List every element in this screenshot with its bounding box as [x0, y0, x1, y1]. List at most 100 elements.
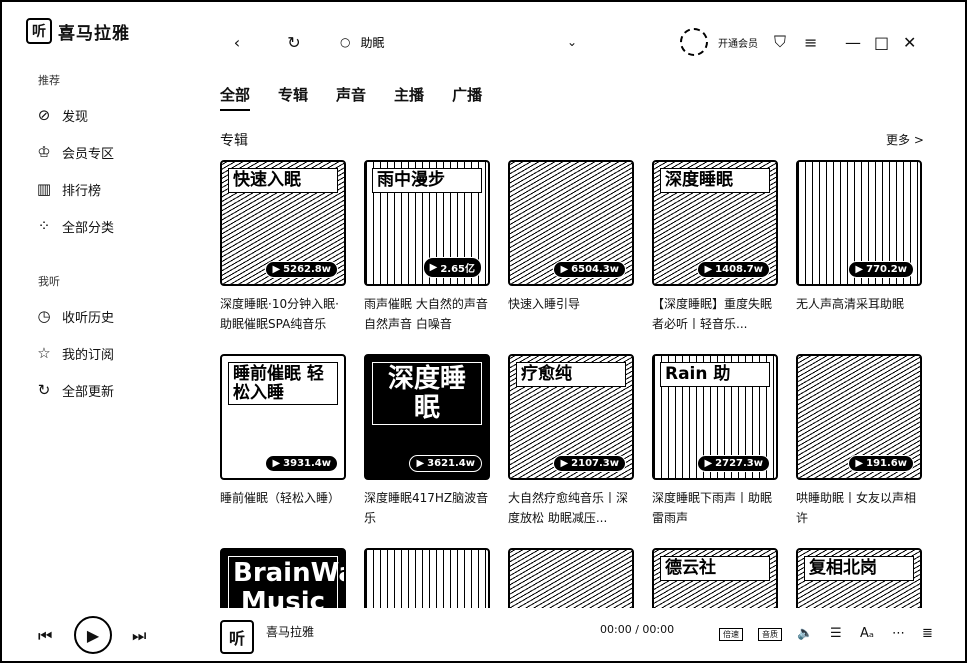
album-card[interactable]: ▶ 191.6w 哄睡助眠丨女友以声相许: [796, 354, 922, 528]
album-title[interactable]: 无人声高清采耳助眠: [796, 294, 922, 314]
sidebar-header-recommend: 推荐: [38, 74, 60, 87]
user-avatar[interactable]: [680, 28, 708, 56]
album-cover[interactable]: ▶ 6504.3w: [508, 160, 634, 286]
tab-all[interactable]: 全部: [220, 84, 251, 111]
play-count: 191.6w: [866, 458, 907, 469]
album-cover[interactable]: 睡前催眠 轻松入睡 ▶ 3931.4w: [220, 354, 346, 480]
album-cover[interactable]: 复相北岗: [796, 548, 922, 608]
prev-button[interactable]: ⏮: [38, 626, 52, 646]
sidebar-item-history[interactable]: ◷ 收听历史: [36, 305, 114, 327]
album-cover[interactable]: Rain 助 ▶ 2727.3w: [652, 354, 778, 480]
sidebar-item-subscriptions[interactable]: ☆ 我的订阅: [36, 342, 114, 364]
album-card[interactable]: Rain 助 ▶ 2727.3w 深度睡眠下雨声丨助眠雷雨声: [652, 354, 778, 528]
play-count-badge: ▶ 2107.3w: [553, 455, 626, 472]
play-count-badge: ▶ 3621.4w: [409, 455, 482, 472]
album-title[interactable]: 睡前催眠（轻松入睡）: [220, 488, 346, 508]
album-card[interactable]: 深度睡眠 ▶ 1408.7w 【深度睡眠】重度失眠者必听丨轻音乐...: [652, 160, 778, 334]
font-size-button[interactable]: Aₐ: [860, 626, 874, 641]
tab-albums[interactable]: 专辑: [278, 84, 308, 111]
album-title[interactable]: 深度睡眠下雨声丨助眠雷雨声: [652, 488, 778, 528]
tab-tracks[interactable]: 声音: [336, 84, 366, 111]
play-icon: ▶: [560, 264, 569, 275]
album-cover[interactable]: 快速入眠 ▶ 5262.8w: [220, 160, 346, 286]
refresh-button[interactable]: ↻: [285, 28, 303, 56]
album-cover[interactable]: 德云社: [652, 548, 778, 608]
search-bar[interactable]: ○: [340, 30, 580, 54]
speed-button[interactable]: 倍速: [719, 626, 743, 641]
album-card[interactable]: [364, 548, 490, 608]
search-dropdown-button[interactable]: ⌄: [565, 28, 579, 56]
tab-radio[interactable]: 广播: [452, 84, 482, 111]
album-card[interactable]: [508, 548, 634, 608]
album-card[interactable]: 睡前催眠 轻松入睡 ▶ 3931.4w 睡前催眠（轻松入睡）: [220, 354, 346, 508]
album-card[interactable]: 复相北岗: [796, 548, 922, 608]
queue-button[interactable]: ≣: [922, 626, 933, 641]
play-icon: ▶: [416, 458, 425, 469]
app-logo[interactable]: 听 喜马拉雅: [26, 18, 130, 44]
close-icon: ✕: [903, 32, 917, 52]
play-icon: ▶: [855, 264, 864, 275]
play-button[interactable]: ▶: [74, 616, 112, 654]
open-vip-button[interactable]: 开通会员: [718, 28, 758, 56]
album-cover[interactable]: 深度睡眠 ▶ 1408.7w: [652, 160, 778, 286]
quality-button[interactable]: 音质: [758, 626, 782, 641]
skin-button[interactable]: ⛉: [774, 28, 786, 56]
search-input[interactable]: [358, 34, 543, 50]
album-card[interactable]: 快速入眠 ▶ 5262.8w 深度睡眠·10分钟入眠·助眠催眠SPA纯音乐: [220, 160, 346, 334]
menu-button[interactable]: ≡: [804, 28, 817, 56]
close-button[interactable]: ✕: [903, 28, 916, 56]
album-title[interactable]: 大自然疗愈纯音乐丨深度放松 助眠减压...: [508, 488, 634, 528]
maximize-button[interactable]: □: [874, 28, 889, 56]
album-title[interactable]: 雨声催眠 大自然的声音 自然声音 白噪音: [364, 294, 490, 334]
album-card[interactable]: 疗愈纯 ▶ 2107.3w 大自然疗愈纯音乐丨深度放松 助眠减压...: [508, 354, 634, 528]
album-cover[interactable]: ▶ 191.6w: [796, 354, 922, 480]
album-card[interactable]: BrainWave Music: [220, 548, 346, 608]
next-button[interactable]: ⏭: [132, 626, 146, 646]
crown-icon: ♔: [37, 143, 51, 161]
more-link[interactable]: 更多 >: [886, 131, 924, 148]
play-icon: ▶: [855, 458, 864, 469]
album-cover[interactable]: [508, 548, 634, 608]
more-button[interactable]: ⋯: [892, 626, 905, 641]
album-title[interactable]: 【深度睡眠】重度失眠者必听丨轻音乐...: [652, 294, 778, 334]
sidebar-item-vip[interactable]: ♔ 会员专区: [36, 141, 114, 163]
album-cover[interactable]: 深度睡眠 ▶ 3621.4w: [364, 354, 490, 480]
album-title[interactable]: 深度睡眠·10分钟入眠·助眠催眠SPA纯音乐: [220, 294, 346, 334]
album-card[interactable]: 深度睡眠 ▶ 3621.4w 深度睡眠417HZ脑波音乐: [364, 354, 490, 528]
sidebar-item-rankings[interactable]: ▥ 排行榜: [36, 178, 101, 200]
sidebar-item-updates[interactable]: ↻ 全部更新: [36, 379, 114, 401]
album-title[interactable]: 哄睡助眠丨女友以声相许: [796, 488, 922, 528]
album-cover[interactable]: [364, 548, 490, 608]
album-cover[interactable]: ▶ 770.2w: [796, 160, 922, 286]
album-cover[interactable]: 疗愈纯 ▶ 2107.3w: [508, 354, 634, 480]
sidebar-item-label: 收听历史: [62, 310, 115, 326]
speed-label: 倍速: [719, 628, 743, 641]
album-cover[interactable]: BrainWave Music: [220, 548, 346, 608]
refresh-icon: ↻: [37, 381, 51, 399]
sidebar-item-label: 全部更新: [62, 384, 115, 400]
sidebar-item-discover[interactable]: ⊘ 发现: [36, 104, 88, 126]
album-cover[interactable]: 雨中漫步 ▶ 2.65亿: [364, 160, 490, 286]
queue-icon: ≣: [922, 626, 933, 641]
podium-icon: ▥: [36, 180, 52, 198]
now-playing-title[interactable]: 喜马拉雅: [266, 623, 314, 640]
sidebar-item-label: 会员专区: [62, 146, 115, 162]
volume-button[interactable]: 🔈: [797, 626, 813, 641]
cover-text: 雨中漫步: [372, 168, 482, 193]
now-playing-cover[interactable]: 听: [220, 620, 254, 654]
album-card[interactable]: ▶ 770.2w 无人声高清采耳助眠: [796, 160, 922, 314]
cover-text: 复相北岗: [804, 556, 914, 581]
playlist-button[interactable]: ☰: [830, 626, 842, 641]
album-title[interactable]: 快速入睡引导: [508, 294, 634, 314]
back-button[interactable]: ‹: [230, 28, 244, 56]
tab-anchors[interactable]: 主播: [394, 84, 424, 111]
album-card[interactable]: 德云社: [652, 548, 778, 608]
minimize-button[interactable]: —: [845, 28, 861, 56]
avatar: [680, 28, 708, 56]
album-card[interactable]: 雨中漫步 ▶ 2.65亿雨声催眠 大自然的声音 自然声音 白噪音: [364, 160, 490, 334]
album-title[interactable]: 深度睡眠417HZ脑波音乐: [364, 488, 490, 528]
album-card[interactable]: ▶ 6504.3w 快速入睡引导: [508, 160, 634, 314]
quality-label: 音质: [758, 628, 782, 641]
sidebar-item-categories[interactable]: ⁘ 全部分类: [36, 215, 114, 237]
play-count: 5262.8w: [283, 264, 331, 275]
